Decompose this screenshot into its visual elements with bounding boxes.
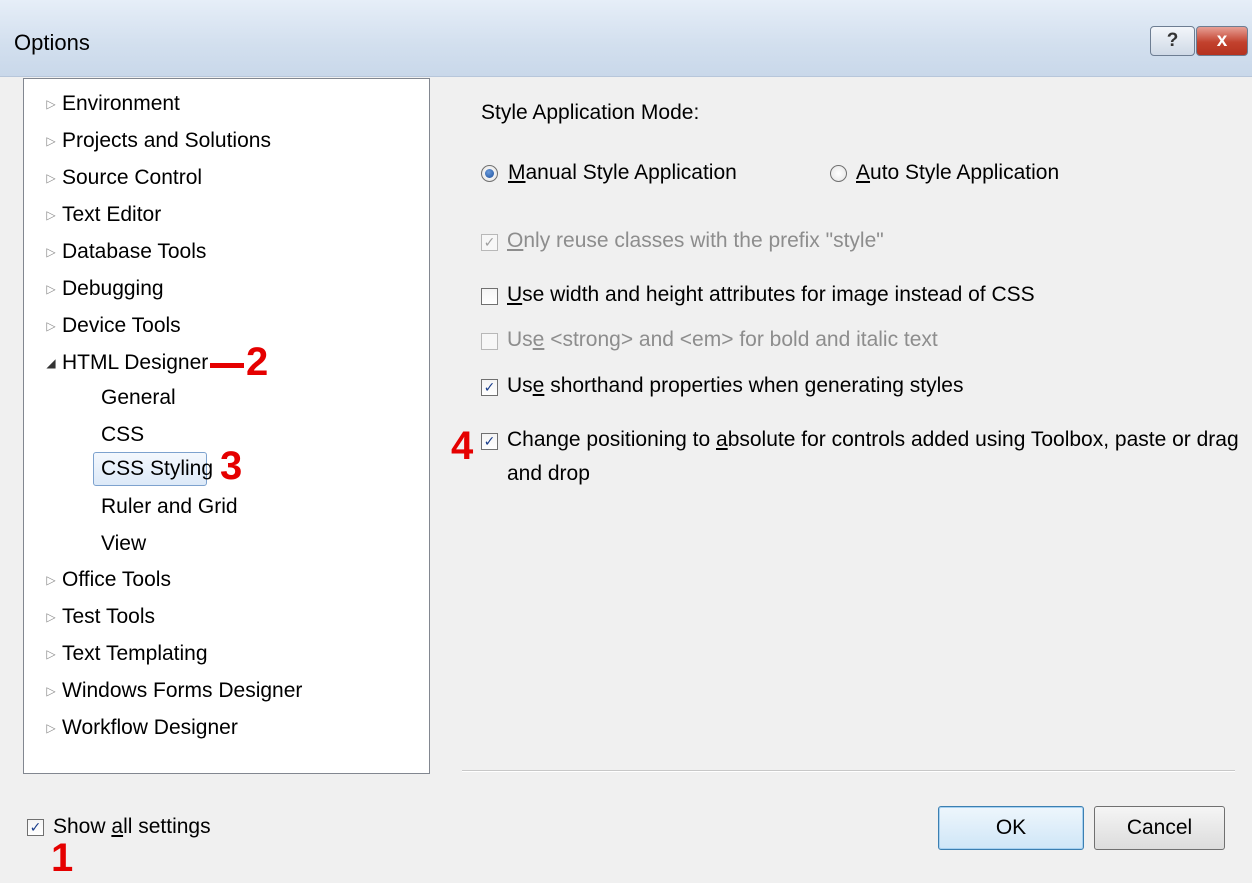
help-icon: ?: [1166, 30, 1179, 51]
ok-button[interactable]: OK: [938, 806, 1084, 850]
tree-item-label: Workflow Designer: [62, 716, 238, 739]
expand-arrow-icon[interactable]: ▷: [41, 566, 61, 594]
tree-item-label: Ruler and Grid: [101, 495, 238, 518]
check-icon: ✓: [29, 819, 42, 835]
manual-style-label[interactable]: Manual Style Application: [508, 161, 737, 185]
expand-arrow-icon[interactable]: ▷: [41, 677, 61, 705]
show-all-settings-label[interactable]: Show all settings: [53, 815, 211, 839]
tree-item-label: Test Tools: [62, 605, 155, 628]
tree-item-label: Office Tools: [62, 568, 171, 591]
tree-item-label: General: [101, 386, 176, 409]
annotation-3: 3: [220, 444, 243, 488]
style-mode-heading: Style Application Mode:: [481, 101, 700, 124]
window-title: Options: [14, 30, 90, 55]
expand-arrow-icon[interactable]: ▷: [41, 640, 61, 668]
tree-item-label: Debugging: [62, 277, 164, 300]
annotation-dash: [210, 363, 244, 368]
shorthand-checkbox[interactable]: ✓: [481, 379, 498, 396]
shorthand-checkbox-label[interactable]: Use shorthand properties when generating…: [507, 374, 963, 398]
tree-item-label: Projects and Solutions: [62, 129, 271, 152]
tree-item-label: Source Control: [62, 166, 203, 189]
close-button[interactable]: x: [1196, 26, 1248, 56]
check-icon: ✓: [483, 433, 496, 449]
cancel-button[interactable]: Cancel: [1094, 806, 1225, 850]
footer-separator: [462, 770, 1235, 772]
tree-item-label: View: [101, 532, 147, 555]
tree-item-label: Windows Forms Designer: [62, 679, 303, 702]
expand-arrow-icon[interactable]: ▷: [41, 238, 61, 266]
check-icon: ✓: [483, 379, 496, 395]
auto-style-radio[interactable]: [830, 165, 847, 182]
tree-item-label: Database Tools: [62, 240, 207, 263]
prefix-checkbox[interactable]: ✓: [481, 234, 498, 251]
tree-item-label: HTML Designer: [62, 351, 209, 374]
close-icon: x: [1216, 30, 1228, 51]
expand-arrow-icon[interactable]: ▷: [41, 201, 61, 229]
tree-item-label: Device Tools: [62, 314, 181, 337]
check-icon: ✓: [483, 234, 496, 250]
prefix-checkbox-label[interactable]: Only reuse classes with the prefix "styl…: [507, 229, 884, 253]
absolute-positioning-checkbox[interactable]: ✓: [481, 433, 498, 450]
title-bar: Options ? x: [0, 0, 1252, 77]
show-all-settings-checkbox[interactable]: ✓: [27, 819, 44, 836]
options-tree[interactable]: ▷ Environment ▷ Projects and Solutions ▷…: [23, 78, 430, 774]
tree-item-label: CSS Styling: [101, 457, 214, 480]
strong-em-checkbox[interactable]: [481, 333, 498, 350]
cancel-button-label: Cancel: [1126, 816, 1193, 839]
auto-style-label[interactable]: Auto Style Application: [856, 161, 1059, 185]
annotation-4: 4: [451, 424, 474, 468]
tree-item-label: Text Templating: [62, 642, 208, 665]
expand-arrow-icon[interactable]: ▷: [41, 275, 61, 303]
annotation-1: 1: [51, 836, 74, 880]
ok-button-label: OK: [995, 816, 1027, 839]
expand-arrow-icon[interactable]: ▷: [41, 312, 61, 340]
radio-selected-dot: [485, 169, 494, 178]
tree-item-label: CSS: [101, 423, 145, 446]
tree-item-label: Text Editor: [62, 203, 162, 226]
expand-arrow-icon[interactable]: ▷: [41, 127, 61, 155]
expand-arrow-icon[interactable]: ▷: [41, 603, 61, 631]
manual-style-radio[interactable]: [481, 165, 498, 182]
absolute-positioning-label[interactable]: Change positioning to absolute for contr…: [507, 428, 1239, 452]
expand-arrow-icon[interactable]: ▷: [41, 714, 61, 742]
expand-arrow-icon[interactable]: ▷: [41, 164, 61, 192]
width-height-checkbox[interactable]: [481, 288, 498, 305]
width-height-checkbox-label[interactable]: Use width and height attributes for imag…: [507, 283, 1035, 307]
expand-arrow-icon[interactable]: ▷: [41, 90, 61, 118]
tree-item-label: Environment: [62, 92, 180, 115]
strong-em-checkbox-label[interactable]: Use <strong> and <em> for bold and itali…: [507, 328, 938, 352]
collapse-arrow-icon[interactable]: ◢: [41, 349, 61, 377]
help-button[interactable]: ?: [1150, 26, 1195, 56]
annotation-2: 2: [246, 340, 269, 384]
absolute-positioning-label-line2[interactable]: and drop: [507, 462, 590, 486]
